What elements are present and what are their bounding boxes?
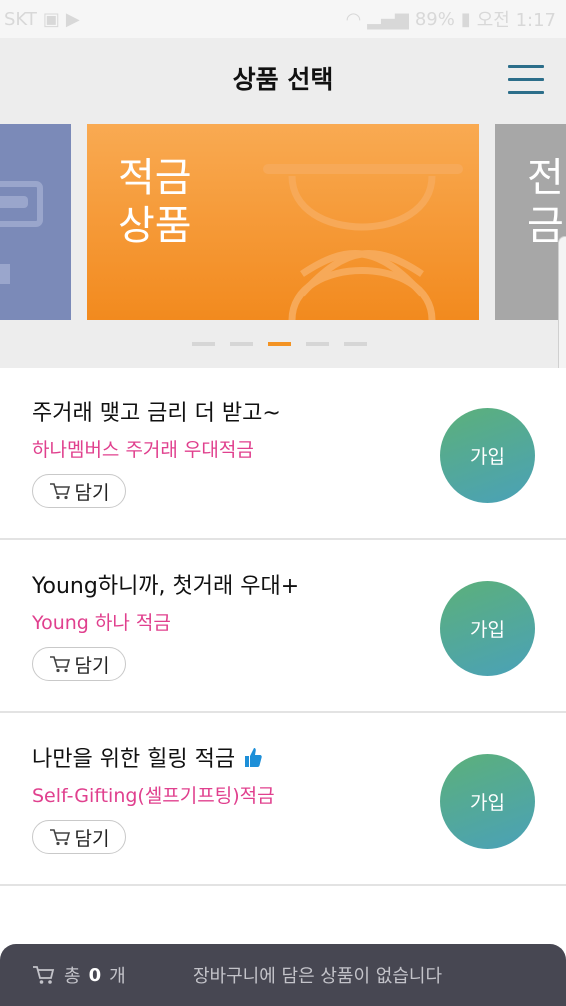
carousel-dot[interactable] [230,342,253,346]
cart-count-value: 0 [88,964,102,986]
product-category-carousel[interactable]: 적금 상품 전 금 [0,118,566,368]
product-item: 주거래 맺고 금리 더 받고~ 하나멤버스 주거래 우대적금 담기 가입 [0,368,566,540]
safe-deposit-icon [0,181,43,284]
join-button[interactable]: 가입 [440,754,535,849]
carrier-label: SKT [4,8,37,30]
cart-count-suffix: 개 [109,966,126,987]
cart-count: 총 0 개 [32,962,126,988]
add-to-cart-label: 담기 [74,827,110,850]
clock-label: 오전 1:17 [476,10,556,31]
app-header: 상품 선택 [0,38,566,118]
cart-icon [49,656,70,673]
product-headline: 나만을 위한 힐링 적금 [32,741,263,773]
hamburger-menu-icon[interactable] [508,65,544,95]
wifi-icon: ◠ [345,8,362,30]
add-to-cart-label: 담기 [74,654,110,677]
product-name: Self-Gifting(셀프기프팅)적금 [32,785,275,807]
product-headline-text: 나만을 위한 힐링 적금 [32,747,236,772]
carousel-dot-active[interactable] [268,342,291,346]
product-item: Young하니까, 첫거래 우대+ Young 하나 적금 담기 가입 [0,541,566,713]
product-name: 하나멤버스 주거래 우대적금 [32,439,254,461]
carousel-slide-prev[interactable] [0,124,71,320]
add-to-cart-button[interactable]: 담기 [32,820,126,854]
product-headline-text: Young하니까, 첫거래 우대+ [32,574,300,599]
product-headline-text: 주거래 맺고 금리 더 받고~ [32,401,281,426]
thumbs-up-icon [245,748,262,767]
carousel-current-title: 적금 상품 [118,155,192,249]
join-button[interactable]: 가입 [440,581,535,676]
add-to-cart-button[interactable]: 담기 [32,647,126,681]
carousel-dot[interactable] [192,342,215,346]
cart-icon [49,829,70,846]
gallery-notification-icon: ▣ [42,8,60,30]
cart-empty-message: 장바구니에 담은 상품이 없습니다 [193,966,443,987]
product-headline: Young하니까, 첫거래 우대+ [32,568,299,600]
join-button[interactable]: 가입 [440,408,535,503]
carousel-dot[interactable] [306,342,329,346]
page-title: 상품 선택 [232,65,334,94]
add-to-cart-label: 담기 [74,481,110,504]
battery-label: 89% [414,8,455,30]
carousel-dot[interactable] [344,342,367,346]
cart-icon [33,966,55,984]
product-item: 나만을 위한 힐링 적금 Self-Gifting(셀프기프팅)적금 담기 가입 [0,714,566,886]
product-headline: 주거래 맺고 금리 더 받고~ [32,395,281,427]
cart-count-prefix: 총 [64,966,81,987]
carousel-next-title: 전 금 [527,155,564,249]
carousel-pagination [192,342,367,346]
add-to-cart-button[interactable]: 담기 [32,474,126,508]
play-notification-icon: ▶ [65,8,80,30]
carousel-slide-next[interactable]: 전 금 [495,124,566,320]
cart-icon [49,483,70,500]
product-name: Young 하나 적금 [32,612,171,634]
carousel-slide-current[interactable]: 적금 상품 [87,124,479,320]
signal-icon: ▂▄▆ [367,8,409,30]
status-bar: SKT ▣ ▶ ◠ ▂▄▆ 89% ▮ 오전 1:17 [0,0,566,38]
battery-icon: ▮ [460,8,471,30]
cart-summary-bar[interactable]: 총 0 개 장바구니에 담은 상품이 없습니다 [0,944,566,1006]
